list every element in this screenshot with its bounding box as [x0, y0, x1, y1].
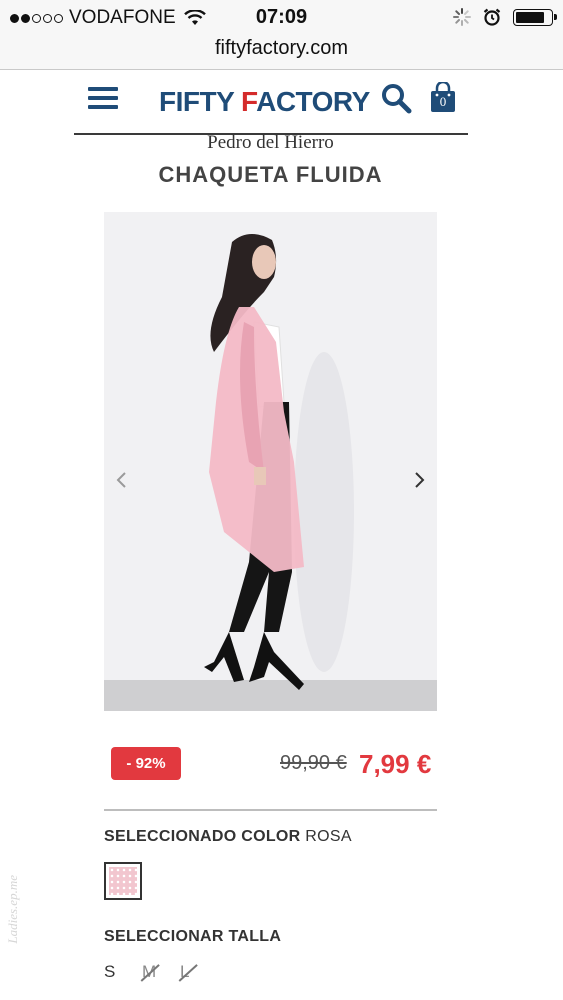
site-logo[interactable]: FIFTY FACTORY	[159, 86, 370, 118]
site-header: FIFTY FACTORY 0	[0, 70, 563, 136]
logo-text-actory: ACTORY	[256, 86, 370, 117]
status-right	[453, 8, 557, 26]
product-photo	[104, 212, 437, 711]
sale-price: 7,99 €	[359, 749, 432, 779]
color-label-text: SELECCIONADO COLOR	[104, 828, 301, 845]
browser-url-bar[interactable]: fiftyfactory.com	[0, 36, 563, 70]
product-image-carousel[interactable]	[104, 212, 437, 711]
logo-text-fifty: FIFTY	[159, 86, 242, 117]
product-title: CHAQUETA FLUIDA	[158, 162, 383, 187]
activity-spinner-icon	[453, 8, 471, 26]
watermark-text: Ladies.ep.me	[5, 875, 20, 944]
select-size-label: SELECCIONAR TALLA	[104, 928, 282, 945]
battery-icon	[513, 8, 557, 26]
search-icon[interactable]	[380, 82, 414, 116]
cart-count: 0	[439, 94, 447, 109]
color-value: ROSA	[305, 828, 352, 845]
size-option-s[interactable]: S	[104, 962, 142, 982]
section-divider	[104, 809, 437, 811]
url-text: fiftyfactory.com	[215, 37, 348, 59]
original-price: 99,90 €	[280, 752, 347, 774]
carousel-prev-arrow-icon[interactable]	[112, 468, 132, 492]
size-options: S M L	[104, 962, 218, 982]
carousel-next-arrow-icon[interactable]	[409, 468, 429, 492]
selected-color-label: SELECCIONADO COLOR ROSA	[104, 828, 352, 846]
product-brand[interactable]: Pedro del Hierro	[0, 132, 541, 154]
size-option-m: M	[142, 962, 180, 982]
shopping-bag-button[interactable]: 0	[428, 80, 458, 114]
size-option-l: L	[180, 962, 218, 982]
logo-text-f: F	[241, 86, 257, 117]
ios-status-bar: VODAFONE 07:09	[0, 0, 563, 36]
color-swatch-rosa[interactable]	[104, 862, 142, 900]
menu-icon[interactable]	[88, 87, 118, 109]
alarm-icon	[483, 8, 501, 26]
discount-badge: - 92%	[111, 747, 181, 780]
